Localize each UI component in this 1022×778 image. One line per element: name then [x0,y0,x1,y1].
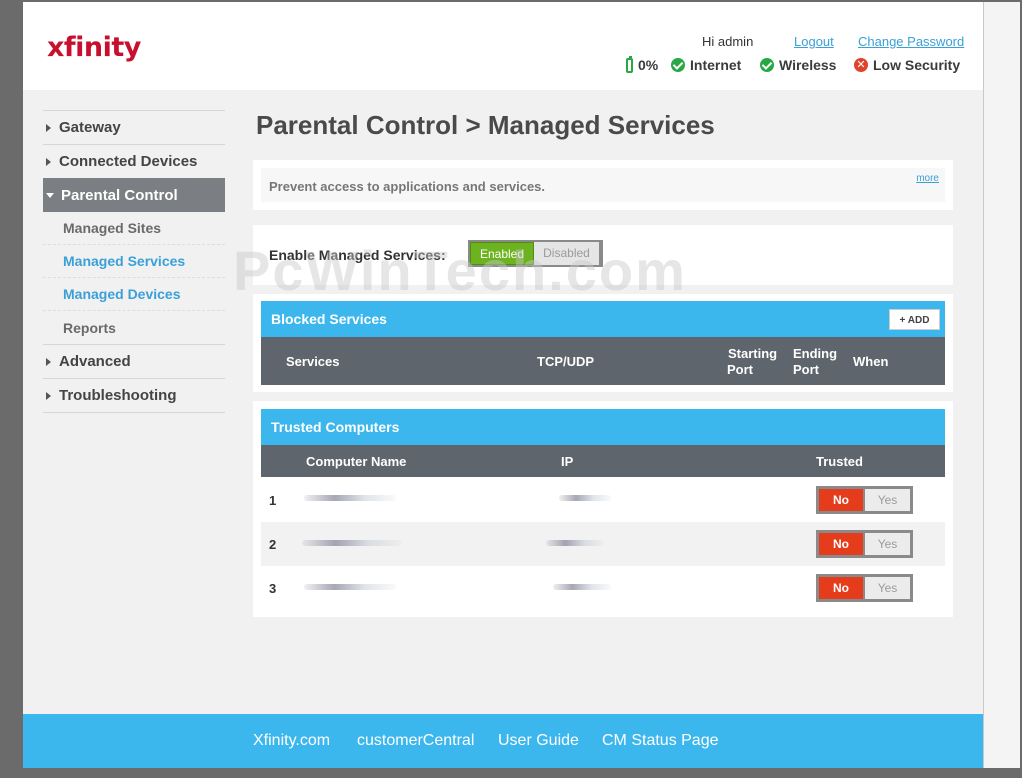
table-row: 3 No Yes [261,566,945,610]
trusted-yes-option[interactable]: Yes [865,489,910,511]
disabled-option[interactable]: Disabled [534,242,599,265]
add-blocked-service-button[interactable]: + ADD [889,309,940,330]
check-icon [760,58,774,72]
chevron-right-icon [46,157,51,166]
trusted-computers-table-header: Computer Name IP Trusted [261,445,945,477]
security-label: Low Security [873,57,961,73]
sidebar: Gateway Connected Devices Parental Contr… [43,110,225,413]
header: xfinity Hi admin Logout Change Password … [23,2,983,90]
description-box: Prevent access to applications and servi… [261,168,945,202]
trusted-toggle[interactable]: No Yes [816,574,913,602]
table-row: 1 No Yes [261,478,945,522]
sidebar-subitem-managed-devices[interactable]: Managed Devices [43,278,225,311]
blocked-services-card: Blocked Services + ADD Services TCP/UDP … [253,294,953,392]
page: xfinity Hi admin Logout Change Password … [23,2,983,768]
trusted-yes-option[interactable]: Yes [865,577,910,599]
trusted-no-option[interactable]: No [819,533,863,555]
check-icon [671,58,685,72]
description-card: Prevent access to applications and servi… [253,160,953,210]
chevron-down-icon [46,192,54,198]
enabled-option[interactable]: Enabled [470,242,534,265]
column-starting-port-line2: Port [727,362,753,377]
sidebar-item-gateway[interactable]: Gateway [43,110,225,144]
chevron-right-icon [46,391,51,400]
sidebar-item-label: Parental Control [61,186,178,204]
sidebar-subitem-managed-services[interactable]: Managed Services [43,245,225,278]
redacted-ip [546,540,604,546]
enable-card: Enable Managed Services: Enabled Disable… [253,225,953,285]
footer-link-customer-central[interactable]: customerCentral [357,732,474,750]
column-ip: IP [561,454,574,469]
right-scroll-area [983,2,1020,768]
logout-link[interactable]: Logout [794,34,834,49]
redacted-ip [553,584,611,590]
trusted-yes-option[interactable]: Yes [865,533,910,555]
x-circle-icon: ✕ [854,58,868,72]
trusted-toggle[interactable]: No Yes [816,486,913,514]
column-starting-port-line1: Starting [728,346,778,361]
footer-link-user-guide[interactable]: User Guide [498,732,579,750]
sidebar-item-label: Gateway [59,119,121,136]
security-status: ✕ Low Security [854,57,960,73]
internet-status: Internet [671,57,741,73]
trusted-toggle[interactable]: No Yes [816,530,913,558]
battery-icon [626,55,633,73]
column-ending-port-line1: Ending [793,346,838,361]
battery-level: 0% [638,57,659,73]
row-number: 3 [269,581,277,596]
column-tcp-udp: TCP/UDP [537,354,595,369]
description-text: Prevent access to applications and servi… [269,179,546,194]
sidebar-item-label: Connected Devices [59,153,198,170]
redacted-computer-name [304,584,396,590]
chevron-right-icon [46,123,51,132]
trusted-no-option[interactable]: No [819,489,863,511]
column-computer-name: Computer Name [306,454,407,469]
sidebar-item-parental-control[interactable]: Parental Control [43,178,225,212]
column-services: Services [286,354,340,369]
sidebar-divider [43,412,225,413]
greeting-text: Hi admin [702,34,754,49]
sidebar-subitem-reports[interactable]: Reports [43,311,225,344]
internet-label: Internet [690,57,742,73]
sidebar-item-label: Troubleshooting [59,387,177,404]
sidebar-subitem-managed-sites[interactable]: Managed Sites [43,212,225,245]
wireless-status: Wireless [760,57,836,73]
column-trusted: Trusted [816,454,863,469]
footer-link-cm-status[interactable]: CM Status Page [602,732,719,750]
row-number: 2 [269,537,277,552]
xfinity-logo[interactable]: xfinity [47,32,141,63]
sidebar-item-connected-devices[interactable]: Connected Devices [43,144,225,178]
blocked-services-title: Blocked Services [271,311,387,327]
page-title: Parental Control > Managed Services [256,110,715,140]
footer-link-xfinity[interactable]: Xfinity.com [253,732,330,750]
row-number: 1 [269,493,277,508]
redacted-computer-name [304,495,396,501]
redacted-computer-name [302,540,402,546]
sidebar-item-label: Advanced [59,353,131,370]
enable-managed-services-label: Enable Managed Services: [269,247,446,263]
wireless-label: Wireless [779,57,837,73]
battery-status: 0% [626,55,659,73]
redacted-ip [559,495,611,501]
trusted-computers-title: Trusted Computers [271,419,400,435]
trusted-no-option[interactable]: No [819,577,863,599]
blocked-services-header: Blocked Services + ADD [261,301,945,337]
trusted-computers-card: Trusted Computers Computer Name IP Trust… [253,401,953,617]
blocked-services-table-header: Services TCP/UDP Starting Port Ending Po… [261,337,945,385]
chevron-right-icon [46,357,51,366]
trusted-computers-header: Trusted Computers [261,409,945,445]
more-link[interactable]: more [916,173,939,184]
change-password-link[interactable]: Change Password [858,34,964,49]
footer: Xfinity.com customerCentral User Guide C… [23,714,983,768]
sidebar-item-troubleshooting[interactable]: Troubleshooting [43,378,225,412]
column-when: When [853,354,889,369]
enable-toggle[interactable]: Enabled Disabled [468,240,603,267]
sidebar-item-advanced[interactable]: Advanced [43,344,225,378]
table-row: 2 No Yes [261,522,945,566]
column-ending-port-line2: Port [793,362,819,377]
